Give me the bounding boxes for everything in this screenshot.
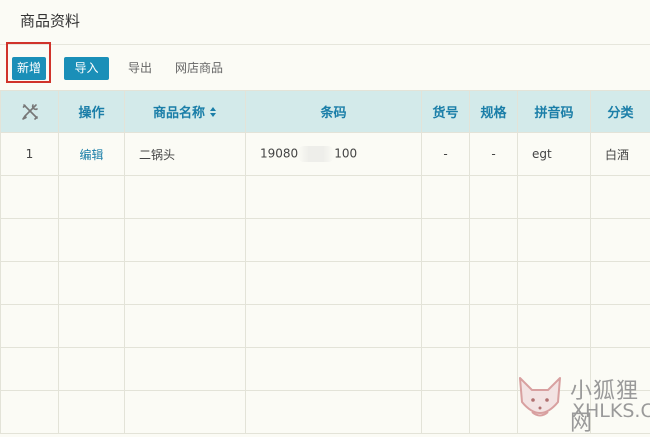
tools-icon <box>20 102 40 122</box>
pinyin-code: egt <box>518 133 591 176</box>
edit-link-label[interactable]: 编辑 <box>79 148 103 162</box>
table-row-empty <box>1 176 650 219</box>
watermark: 小狐狸网 XHLKS.CN <box>512 370 650 433</box>
table-row-empty <box>1 305 650 348</box>
column-header-spec: 规格 <box>470 91 518 133</box>
barcode-cell: 19080 100 <box>246 133 422 176</box>
goods-name: 二锅头 <box>125 133 246 176</box>
barcode-prefix: 19080 <box>260 147 298 161</box>
export-button[interactable]: 导出 <box>124 57 156 80</box>
fox-logo-icon <box>514 372 566 428</box>
item-no: - <box>422 133 470 176</box>
column-header-name-label: 商品名称 <box>153 106 205 121</box>
column-header-action: 操作 <box>59 91 125 133</box>
column-header-barcode: 条码 <box>246 91 422 133</box>
category: 白酒 <box>591 133 650 176</box>
highlight-annotation <box>6 42 51 83</box>
spec: - <box>470 133 518 176</box>
redacted-mask <box>298 146 334 162</box>
import-button[interactable]: 导入 <box>64 57 109 80</box>
barcode-suffix: 100 <box>334 147 357 161</box>
page-title: 商品资料 <box>20 10 80 31</box>
sort-icon[interactable] <box>209 106 217 121</box>
toolbar: 新增 导入 导出 网店商品 <box>0 45 650 89</box>
watermark-en: XHLKS.CN <box>572 400 650 422</box>
edit-link[interactable]: 编辑 <box>59 133 125 176</box>
column-header-category: 分类 <box>591 91 650 133</box>
table-row: 1 编辑 二锅头 19080 100 - - egt 白酒 <box>1 133 650 176</box>
table-header-row: 操作 商品名称 条码 货号 规格 拼音码 分类 <box>1 91 650 133</box>
row-index: 1 <box>1 133 59 176</box>
column-header-name[interactable]: 商品名称 <box>125 91 246 133</box>
table-row-empty <box>1 219 650 262</box>
column-settings-button[interactable] <box>1 91 59 133</box>
column-header-item-no: 货号 <box>422 91 470 133</box>
column-header-pinyin: 拼音码 <box>518 91 591 133</box>
shop-goods-button[interactable]: 网店商品 <box>170 57 228 80</box>
table-row-empty <box>1 262 650 305</box>
